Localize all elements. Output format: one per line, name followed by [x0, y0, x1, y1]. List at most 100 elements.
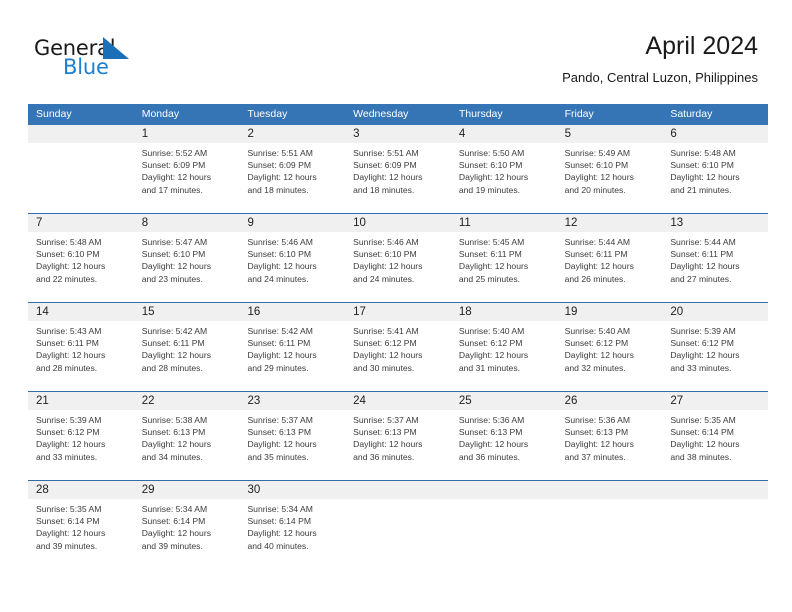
day-number-7[interactable]: 7 [28, 214, 134, 232]
day-cell-15[interactable]: Sunrise: 5:42 AM Sunset: 6:11 PM Daylight:… [134, 321, 240, 391]
day-number-22[interactable]: 22 [134, 392, 240, 410]
day-number-1[interactable]: 1 [134, 125, 240, 143]
day-sunset-text: Sunset: 6:12 PM [36, 427, 100, 438]
day-number-band: 14 15 16 17 18 19 20 [28, 303, 768, 321]
day-cell-26[interactable]: Sunrise: 5:36 AM Sunset: 6:13 PM Daylight:… [557, 410, 663, 480]
day-number-9[interactable]: 9 [239, 214, 345, 232]
day-number-3[interactable]: 3 [345, 125, 451, 143]
day-daylight-line2-text: and 22 minutes. [36, 273, 98, 284]
day-number-empty [451, 481, 557, 499]
day-number-8[interactable]: 8 [134, 214, 240, 232]
day-sunset-text: Sunset: 6:13 PM [141, 427, 206, 438]
day-cell-6[interactable]: Sunrise: 5:48 AM Sunset: 6:10 PM Daylight:… [662, 143, 768, 213]
day-cell-13[interactable]: Sunrise: 5:44 AM Sunset: 6:11 PM Daylight:… [662, 232, 768, 302]
day-sunset-text: Sunset: 6:10 PM [141, 249, 206, 260]
weekday-header-wednesday: Wednesday [353, 108, 409, 120]
day-number-10[interactable]: 10 [345, 214, 451, 232]
day-cell-7[interactable]: Sunrise: 5:48 AM Sunset: 6:10 PM Daylight:… [28, 232, 134, 302]
day-cell-23[interactable]: Sunrise: 5:37 AM Sunset: 6:13 PM Daylight:… [239, 410, 345, 480]
day-number-20[interactable]: 20 [662, 303, 768, 321]
day-cell-24[interactable]: Sunrise: 5:37 AM Sunset: 6:13 PM Daylight:… [345, 410, 451, 480]
day-number-23[interactable]: 23 [239, 392, 345, 410]
day-daylight-line2-text: and 38 minutes. [670, 451, 732, 462]
day-cell-22[interactable]: Sunrise: 5:38 AM Sunset: 6:13 PM Daylight:… [134, 410, 240, 480]
day-cell-4[interactable]: Sunrise: 5:50 AM Sunset: 6:10 PM Daylight:… [451, 143, 557, 213]
day-cell-2[interactable]: Sunrise: 5:51 AM Sunset: 6:09 PM Daylight:… [239, 143, 345, 213]
page-title: April 2024 [645, 32, 758, 60]
day-cell-16[interactable]: Sunrise: 5:42 AM Sunset: 6:11 PM Daylight:… [239, 321, 345, 391]
weekday-header-tuesday: Tuesday [247, 108, 288, 120]
day-cell-21[interactable]: Sunrise: 5:39 AM Sunset: 6:12 PM Daylight:… [28, 410, 134, 480]
calendar-week-row: 1 2 3 4 5 6 Sunrise: 5:52 AM Sunset: 6:09 PM Day… [28, 125, 768, 213]
day-cell-11[interactable]: Sunrise: 5:45 AM Sunset: 6:11 PM Daylight:… [451, 232, 557, 302]
day-cell-5[interactable]: Sunrise: 5:49 AM Sunset: 6:10 PM Daylight:… [557, 143, 663, 213]
day-cell-19[interactable]: Sunrise: 5:40 AM Sunset: 6:12 PM Daylight:… [557, 321, 663, 391]
day-sunrise-text: Sunrise: 5:34 AM [141, 504, 208, 514]
day-number-15[interactable]: 15 [134, 303, 240, 321]
day-cell-28[interactable]: Sunrise: 5:35 AM Sunset: 6:14 PM Daylight:… [28, 499, 134, 569]
day-number-21[interactable]: 21 [28, 392, 134, 410]
calendar-week-row: 7 8 9 10 11 12 13 Sunrise: 5:48 AM Sunset: 6:10 … [28, 213, 768, 302]
day-number-13[interactable]: 13 [662, 214, 768, 232]
day-cell-9[interactable]: Sunrise: 5:46 AM Sunset: 6:10 PM Daylight:… [239, 232, 345, 302]
day-sunset-text: Sunset: 6:14 PM [670, 427, 734, 438]
day-sunset-text: Sunset: 6:11 PM [141, 338, 205, 349]
day-number-16[interactable]: 16 [239, 303, 345, 321]
day-number-28[interactable]: 28 [28, 481, 134, 499]
day-sunset-text: Sunset: 6:13 PM [353, 427, 417, 438]
weekday-header-monday: Monday [141, 108, 180, 120]
day-cell-3[interactable]: Sunrise: 5:51 AM Sunset: 6:09 PM Daylight:… [345, 143, 451, 213]
day-number-5[interactable]: 5 [557, 125, 663, 143]
day-cell-14[interactable]: Sunrise: 5:43 AM Sunset: 6:11 PM Daylight:… [28, 321, 134, 391]
day-sunset-text: Sunset: 6:10 PM [564, 160, 629, 171]
day-cell-empty [451, 499, 557, 569]
day-number-17[interactable]: 17 [345, 303, 451, 321]
day-sunrise-text: Sunrise: 5:42 AM [247, 326, 313, 336]
day-sunset-text: Sunset: 6:10 PM [670, 160, 734, 171]
day-number-25[interactable]: 25 [451, 392, 557, 410]
day-number-11[interactable]: 11 [451, 214, 557, 232]
day-daylight-line1-text: Daylight: 12 hours [458, 439, 529, 450]
calendar-table: Sunday Monday Tuesday Wednesday Thursday Frid… [28, 104, 768, 569]
day-daylight-line1-text: Daylight: 12 hours [353, 350, 423, 361]
day-number-empty [28, 125, 134, 143]
day-number-24[interactable]: 24 [345, 392, 451, 410]
day-cell-20[interactable]: Sunrise: 5:39 AM Sunset: 6:12 PM Daylight:… [662, 321, 768, 391]
day-daylight-line1-text: Daylight: 12 hours [247, 439, 317, 450]
day-number-2[interactable]: 2 [239, 125, 345, 143]
day-cell-10[interactable]: Sunrise: 5:46 AM Sunset: 6:10 PM Daylight:… [345, 232, 451, 302]
day-number-26[interactable]: 26 [557, 392, 663, 410]
day-daylight-line2-text: and 40 minutes. [247, 540, 309, 551]
day-daylight-line1-text: Daylight: 12 hours [670, 439, 740, 450]
day-sunset-text: Sunset: 6:12 PM [564, 338, 629, 349]
day-number-27[interactable]: 27 [662, 392, 768, 410]
day-daylight-line1-text: Daylight: 12 hours [247, 172, 317, 183]
day-number-14[interactable]: 14 [28, 303, 134, 321]
day-number-19[interactable]: 19 [557, 303, 663, 321]
day-number-6[interactable]: 6 [662, 125, 768, 143]
day-daylight-line2-text: and 20 minutes. [564, 184, 626, 195]
day-number-12[interactable]: 12 [557, 214, 663, 232]
day-number-4[interactable]: 4 [451, 125, 557, 143]
brand-logo[interactable]: General Blue [34, 36, 174, 84]
day-cell-29[interactable]: Sunrise: 5:34 AM Sunset: 6:14 PM Daylight:… [134, 499, 240, 569]
day-number-30[interactable]: 30 [239, 481, 345, 499]
day-cell-25[interactable]: Sunrise: 5:36 AM Sunset: 6:13 PM Daylight:… [451, 410, 557, 480]
day-cell-8[interactable]: Sunrise: 5:47 AM Sunset: 6:10 PM Daylight:… [134, 232, 240, 302]
day-cell-18[interactable]: Sunrise: 5:40 AM Sunset: 6:12 PM Daylight:… [451, 321, 557, 391]
day-sunset-text: Sunset: 6:12 PM [670, 338, 734, 349]
day-cell-12[interactable]: Sunrise: 5:44 AM Sunset: 6:11 PM Daylight:… [557, 232, 663, 302]
day-cell-27[interactable]: Sunrise: 5:35 AM Sunset: 6:14 PM Daylight:… [662, 410, 768, 480]
day-sunrise-text: Sunrise: 5:35 AM [670, 415, 736, 425]
day-sunrise-text: Sunrise: 5:50 AM [458, 148, 525, 158]
day-cell-1[interactable]: Sunrise: 5:52 AM Sunset: 6:09 PM Daylight:… [134, 143, 240, 213]
day-number-29[interactable]: 29 [134, 481, 240, 499]
day-daylight-line1-text: Daylight: 12 hours [141, 528, 211, 539]
day-daylight-line1-text: Daylight: 12 hours [36, 350, 106, 361]
day-number-18[interactable]: 18 [451, 303, 557, 321]
day-cell-17[interactable]: Sunrise: 5:41 AM Sunset: 6:12 PM Daylight:… [345, 321, 451, 391]
day-detail-band: Sunrise: 5:39 AM Sunset: 6:12 PM Daylight:… [28, 410, 768, 480]
day-cell-30[interactable]: Sunrise: 5:34 AM Sunset: 6:14 PM Daylight:… [239, 499, 345, 569]
day-sunrise-text: Sunrise: 5:46 AM [247, 237, 313, 247]
day-daylight-line1-text: Daylight: 12 hours [247, 261, 317, 272]
